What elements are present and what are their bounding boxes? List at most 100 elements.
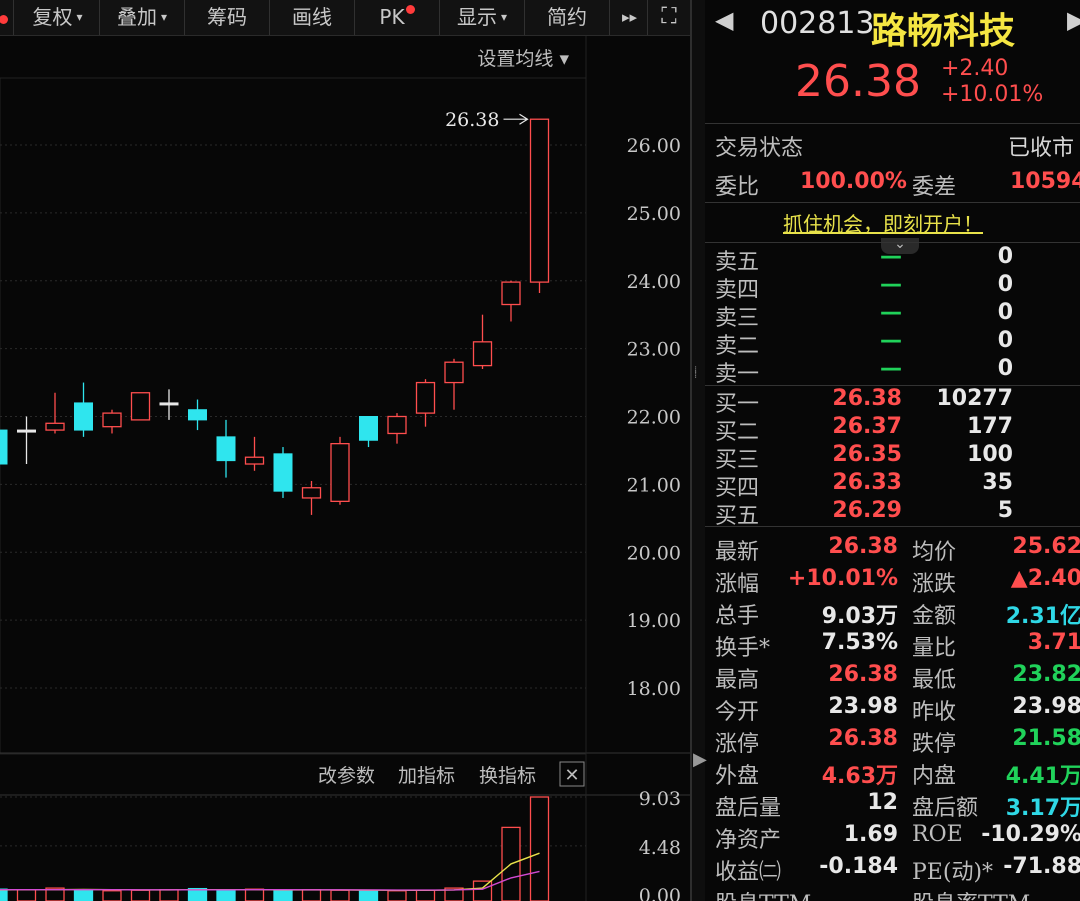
switch-indicator-button[interactable]: 换指标 [479, 765, 536, 787]
trade-status-label: 交易状态 [715, 136, 804, 161]
volume-bar [273, 889, 293, 901]
record-icon[interactable] [0, 0, 14, 35]
price-tick-label: 26.00 [627, 135, 681, 157]
toolbar-item-label: 显示 [456, 5, 497, 29]
candle-body[interactable] [188, 409, 207, 421]
close-icon[interactable]: ✕ [564, 765, 579, 786]
volume-ma-line-yellow [0, 852, 540, 892]
volume-bar [244, 888, 265, 901]
stat-value: 21.58 [1012, 726, 1080, 751]
order-price: 26.37 [832, 414, 902, 439]
toolbar-item-label: 叠加 [116, 5, 157, 29]
toolbar-item-label: PK [379, 5, 405, 29]
volume-tick-label: 0.00 [639, 885, 681, 901]
ask-row[interactable]: 卖二 —0 [705, 328, 1080, 359]
ma-setting-button[interactable]: 设置均线 ▾ [477, 48, 569, 70]
stock-name: 路畅科技 [871, 11, 1016, 52]
ask-row[interactable]: 卖四 —0 [705, 272, 1080, 303]
order-price: 26.33 [832, 470, 902, 495]
bid-row[interactable]: 买五 26.29 5 [705, 498, 1080, 529]
ask-row[interactable]: 卖三 —0 [705, 300, 1080, 331]
next-stock-icon[interactable]: ▶ [1067, 6, 1080, 34]
toolbar-jianyue-button[interactable]: 简约 [525, 0, 610, 35]
open-account-ad[interactable]: 抓住机会，即刻开户！ [783, 208, 983, 237]
candle-body[interactable] [387, 415, 407, 435]
order-price: — [880, 328, 902, 353]
volume-tick-label: 9.03 [639, 788, 681, 810]
candle-body[interactable] [74, 402, 93, 431]
current-price: 26.38 [795, 56, 921, 107]
candle-body[interactable] [501, 281, 521, 306]
volume-bar [415, 889, 436, 901]
candle-body[interactable] [130, 392, 151, 421]
toolbar-chouma-button[interactable]: 筹码 [185, 0, 270, 35]
bid-row[interactable]: 买二 26.37 177 [705, 414, 1080, 445]
stat-value: 23.98 [1012, 694, 1080, 719]
collapse-arrow-icon[interactable]: ▶ [693, 735, 707, 785]
stat-value: 25.62 [1012, 534, 1080, 559]
stat-value: 3.71 [1027, 630, 1080, 655]
bid-row[interactable]: 买三 26.35 100 [705, 442, 1080, 473]
candle-body[interactable] [444, 361, 464, 384]
stat-value: 4.41万 [1005, 764, 1080, 789]
volume-bar [130, 889, 151, 901]
edit-params-button[interactable]: 改参数 [318, 765, 375, 787]
toolbar-diejia-button[interactable]: 叠加 ▾ [100, 0, 185, 35]
volume-tick-label: 4.48 [639, 837, 681, 859]
toolbar-pk-button[interactable]: PK [355, 0, 440, 35]
order-volume: 0 [997, 328, 1013, 353]
candle-body[interactable] [45, 422, 65, 431]
volume-bar [159, 889, 179, 901]
wei-bi-label: 委比 [715, 175, 760, 200]
price-marker-label: 26.38 [445, 109, 499, 131]
candle-body[interactable] [102, 412, 122, 428]
candle-body[interactable] [472, 341, 493, 367]
candle-body[interactable] [415, 381, 436, 414]
stat-label: 跌停 [912, 732, 957, 757]
stat-label: 总手 [715, 604, 760, 629]
candle-body[interactable] [359, 416, 378, 441]
stat-value: 9.03万 [821, 604, 898, 629]
expand-icon[interactable]: ⛶ [650, 0, 688, 35]
candle-body[interactable] [273, 453, 293, 492]
candle-body[interactable] [17, 429, 36, 433]
order-volume: 0 [997, 244, 1013, 269]
order-level-label: 卖一 [715, 362, 760, 387]
volume-ma-line-purple [0, 870, 540, 891]
wei-cha-value: 10594 [1010, 169, 1080, 194]
splitter-grip-icon[interactable]: ⁞ ⁞ [694, 366, 697, 381]
stat-label: ROE [912, 822, 963, 847]
quote-panel: ◀ 002813 路畅科技 ▶ 26.38 +2.40 +10.01% 交易状态… [705, 0, 1080, 901]
add-indicator-button[interactable]: 加指标 [398, 765, 455, 787]
stat-label: 盘后额 [912, 796, 979, 821]
order-volume: 100 [967, 442, 1013, 467]
candle-body[interactable] [0, 429, 8, 465]
toolbar-xianshi-button[interactable]: 显示 ▾ [440, 0, 525, 35]
stat-value: +10.01% [787, 566, 898, 591]
toolbar-huaxian-button[interactable]: 画线 [270, 0, 355, 35]
stat-label: 换手* [715, 636, 771, 661]
stat-label: 最低 [912, 668, 957, 693]
candle-body[interactable] [159, 402, 179, 406]
bid-row[interactable]: 买四 26.33 35 [705, 470, 1080, 501]
candle-body[interactable] [216, 436, 236, 462]
candle-body[interactable] [244, 456, 265, 465]
candle-body[interactable] [301, 487, 322, 499]
play-forward-icon[interactable]: ▸▸ [612, 0, 648, 35]
price-change: +2.40 [941, 56, 1009, 81]
order-volume: 10277 [936, 386, 1013, 411]
prev-stock-icon[interactable]: ◀ [715, 6, 733, 34]
stat-label: 涨跌 [912, 572, 957, 597]
stat-label: 净资产 [715, 828, 782, 853]
toolbar-fuquan-button[interactable]: 复权 ▾ [16, 0, 100, 35]
ask-row[interactable]: 卖一 — 0 [705, 356, 1080, 387]
ask-row[interactable]: 卖五 —0 [705, 244, 1080, 275]
order-volume: 177 [967, 414, 1013, 439]
candle-body[interactable] [330, 442, 350, 502]
stat-value: -71.88 [1003, 854, 1080, 879]
candle-body[interactable] [529, 118, 550, 283]
kline-chart[interactable]: 26.00 25.00 24.00 23.00 22.00 21.00 20.00 19.00… [0, 36, 690, 901]
bid-row[interactable]: 买一 26.38 10277 [705, 386, 1080, 417]
toolbar-item-label: 复权 [32, 5, 73, 29]
price-tick-label: 21.00 [627, 474, 681, 496]
